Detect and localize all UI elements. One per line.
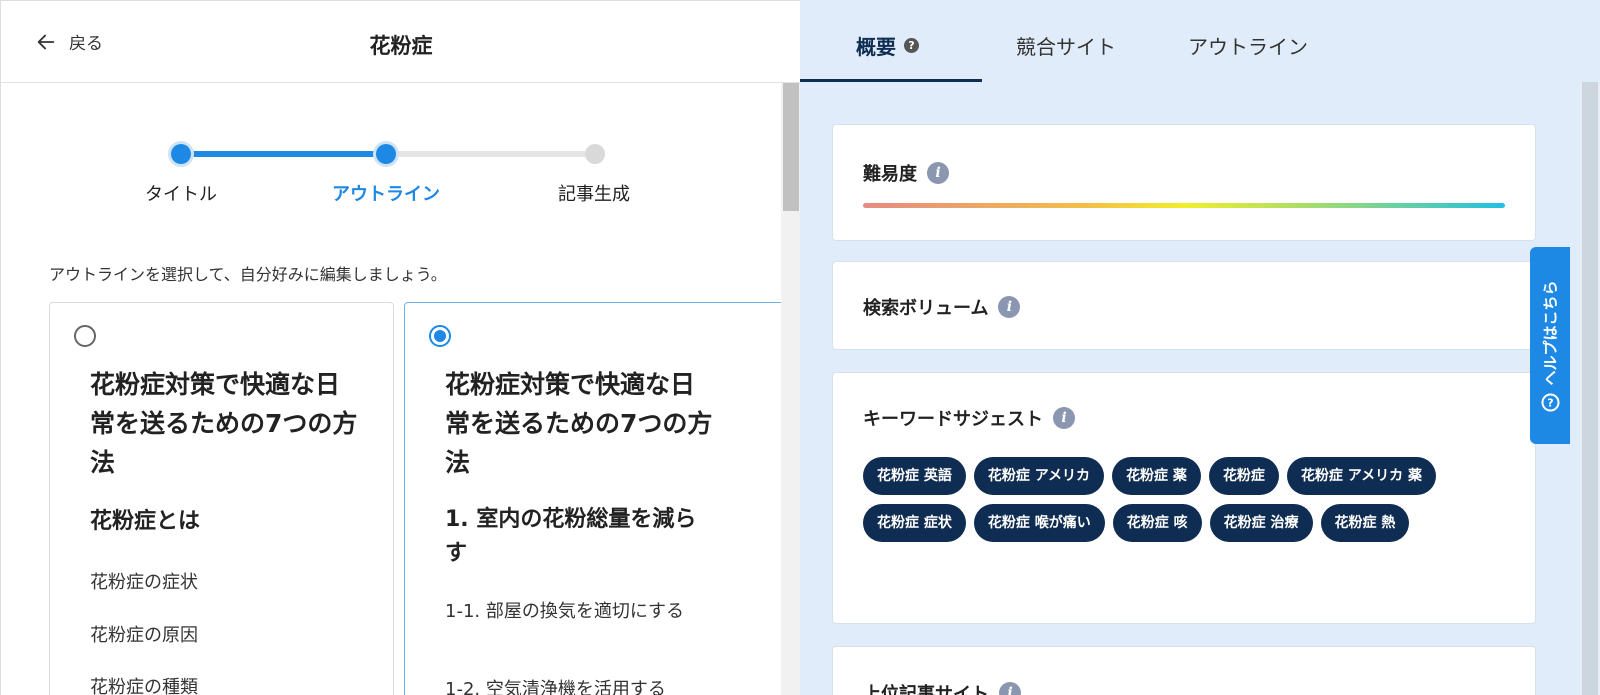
tab-competitors-label: 競合サイト [1016,35,1116,59]
outline-title: 花粉症対策で快適な日常を送るための7つの方法 [90,370,358,477]
info-icon[interactable]: i [999,682,1021,695]
keyword-chip[interactable]: 花粉症 英語 [863,457,966,495]
insight-tabs: 概要 ? 競合サイト アウトライン [800,0,1600,82]
outline-title: 花粉症対策で快適な日常を送るための7つの方法 [445,370,713,477]
progress-stepper: タイトル アウトライン 記事生成 [1,83,781,223]
keyword-chip[interactable]: 花粉症 アメリカ 薬 [1286,457,1436,495]
keyword-chip[interactable]: 花粉症 治療 [1209,504,1313,542]
stepper-track-remaining [390,151,595,157]
outline-subheading: 1-1. 部屋の換気を適切にする [445,601,685,622]
keyword-suggest-panel: キーワードサジェスト i 花粉症 英語 花粉症 アメリカ 花粉症 薬 花粉症 花… [832,372,1536,624]
keyword-chip[interactable]: 花粉症 症状 [863,504,966,542]
page-title: 花粉症 [369,34,433,58]
outline-subheading: 花粉症の原因 [90,625,198,646]
keyword-chip[interactable]: 花粉症 咳 [1112,504,1202,542]
top-sites-label: 上位記事サイト [863,684,989,695]
outline-heading: 花粉症とは [90,509,201,534]
difficulty-gradient-bar [863,203,1505,208]
tab-overview[interactable]: 概要 ? [856,31,919,60]
active-tab-indicator [800,79,982,82]
question-icon[interactable]: ? [904,38,919,53]
info-icon[interactable]: i [998,296,1021,318]
info-icon[interactable]: i [927,162,949,184]
step-label-title: タイトル [145,184,217,205]
help-button-label: ヘルプはこちら [1541,279,1560,386]
keyword-chip[interactable]: 花粉症 喉が痛い [973,504,1105,542]
keyword-chip[interactable]: 花粉症 アメリカ [973,457,1105,495]
stepper-track-complete [185,151,390,157]
difficulty-label: 難易度 [863,164,917,185]
step-label-outline: アウトライン [332,184,440,205]
outline-card-selected[interactable]: 花粉症対策で快適な日常を送るための7つの方法 1. 室内の花粉総量を減らす 1-… [404,302,781,695]
difficulty-title: 難易度 i [863,160,949,186]
instruction-text: アウトラインを選択して、自分好みに編集しましょう。 [49,265,447,284]
step-label-article: 記事生成 [558,184,630,205]
insight-pane: 概要 ? 競合サイト アウトライン 難易度 i 検索ボリューム i キーワードサ… [800,0,1600,695]
keyword-suggest-title: キーワードサジェスト i [863,405,1075,431]
help-button[interactable]: ? ヘルプはこちら [1530,247,1570,444]
editor-header: 戻る 花粉症 [1,1,801,83]
tab-outline-label: アウトライン [1188,35,1308,59]
editor-content: タイトル アウトライン 記事生成 アウトラインを選択して、自分好みに編集しましょ… [1,83,781,695]
outline-radio-selected[interactable] [429,325,451,347]
insight-scrollbar-thumb[interactable] [1582,82,1598,695]
step-dot-title [171,144,191,164]
search-volume-title: 検索ボリューム i [863,294,1021,320]
step-dot-article [585,144,605,164]
insight-scrollbar[interactable] [1580,82,1600,695]
difficulty-panel: 難易度 i [832,124,1536,241]
keyword-chip[interactable]: 花粉症 [1208,457,1279,495]
outline-radio[interactable] [74,325,96,347]
outline-heading: 1. 室内の花粉総量を減らす [445,507,697,566]
help-icon: ? [1541,393,1559,412]
keyword-chip-list: 花粉症 英語 花粉症 アメリカ 花粉症 薬 花粉症 花粉症 アメリカ 薬 花粉症… [863,457,1513,542]
help-button-content: ? ヘルプはこちら [1540,279,1561,412]
tab-outline[interactable]: アウトライン [1188,31,1308,60]
tab-competitors[interactable]: 競合サイト [1016,31,1116,60]
keyword-suggest-label: キーワードサジェスト [863,409,1043,430]
editor-pane: 戻る 花粉症 タイトル アウトライン 記事生成 アウトラインを選択して、自分好み… [0,0,801,695]
outline-subheading: 1-2. 空気清浄機を活用する [445,679,666,695]
info-icon[interactable]: i [1053,407,1075,429]
outline-subheading: 花粉症の種類 [90,677,198,695]
keyword-chip[interactable]: 花粉症 薬 [1112,457,1201,495]
top-sites-title: 上位記事サイト i [863,680,1021,695]
search-volume-panel: 検索ボリューム i [832,261,1536,350]
search-volume-label: 検索ボリューム [863,298,989,319]
tab-overview-label: 概要 [856,35,896,59]
outline-card[interactable]: 花粉症対策で快適な日常を送るための7つの方法 花粉症とは 花粉症の症状 花粉症の… [49,302,394,695]
editor-scrollbar[interactable] [781,83,801,695]
outline-subheading: 花粉症の症状 [90,572,198,593]
keyword-chip[interactable]: 花粉症 熱 [1320,504,1410,542]
step-dot-outline [376,144,396,164]
editor-scrollbar-thumb[interactable] [783,83,799,211]
top-sites-panel: 上位記事サイト i [832,646,1536,695]
